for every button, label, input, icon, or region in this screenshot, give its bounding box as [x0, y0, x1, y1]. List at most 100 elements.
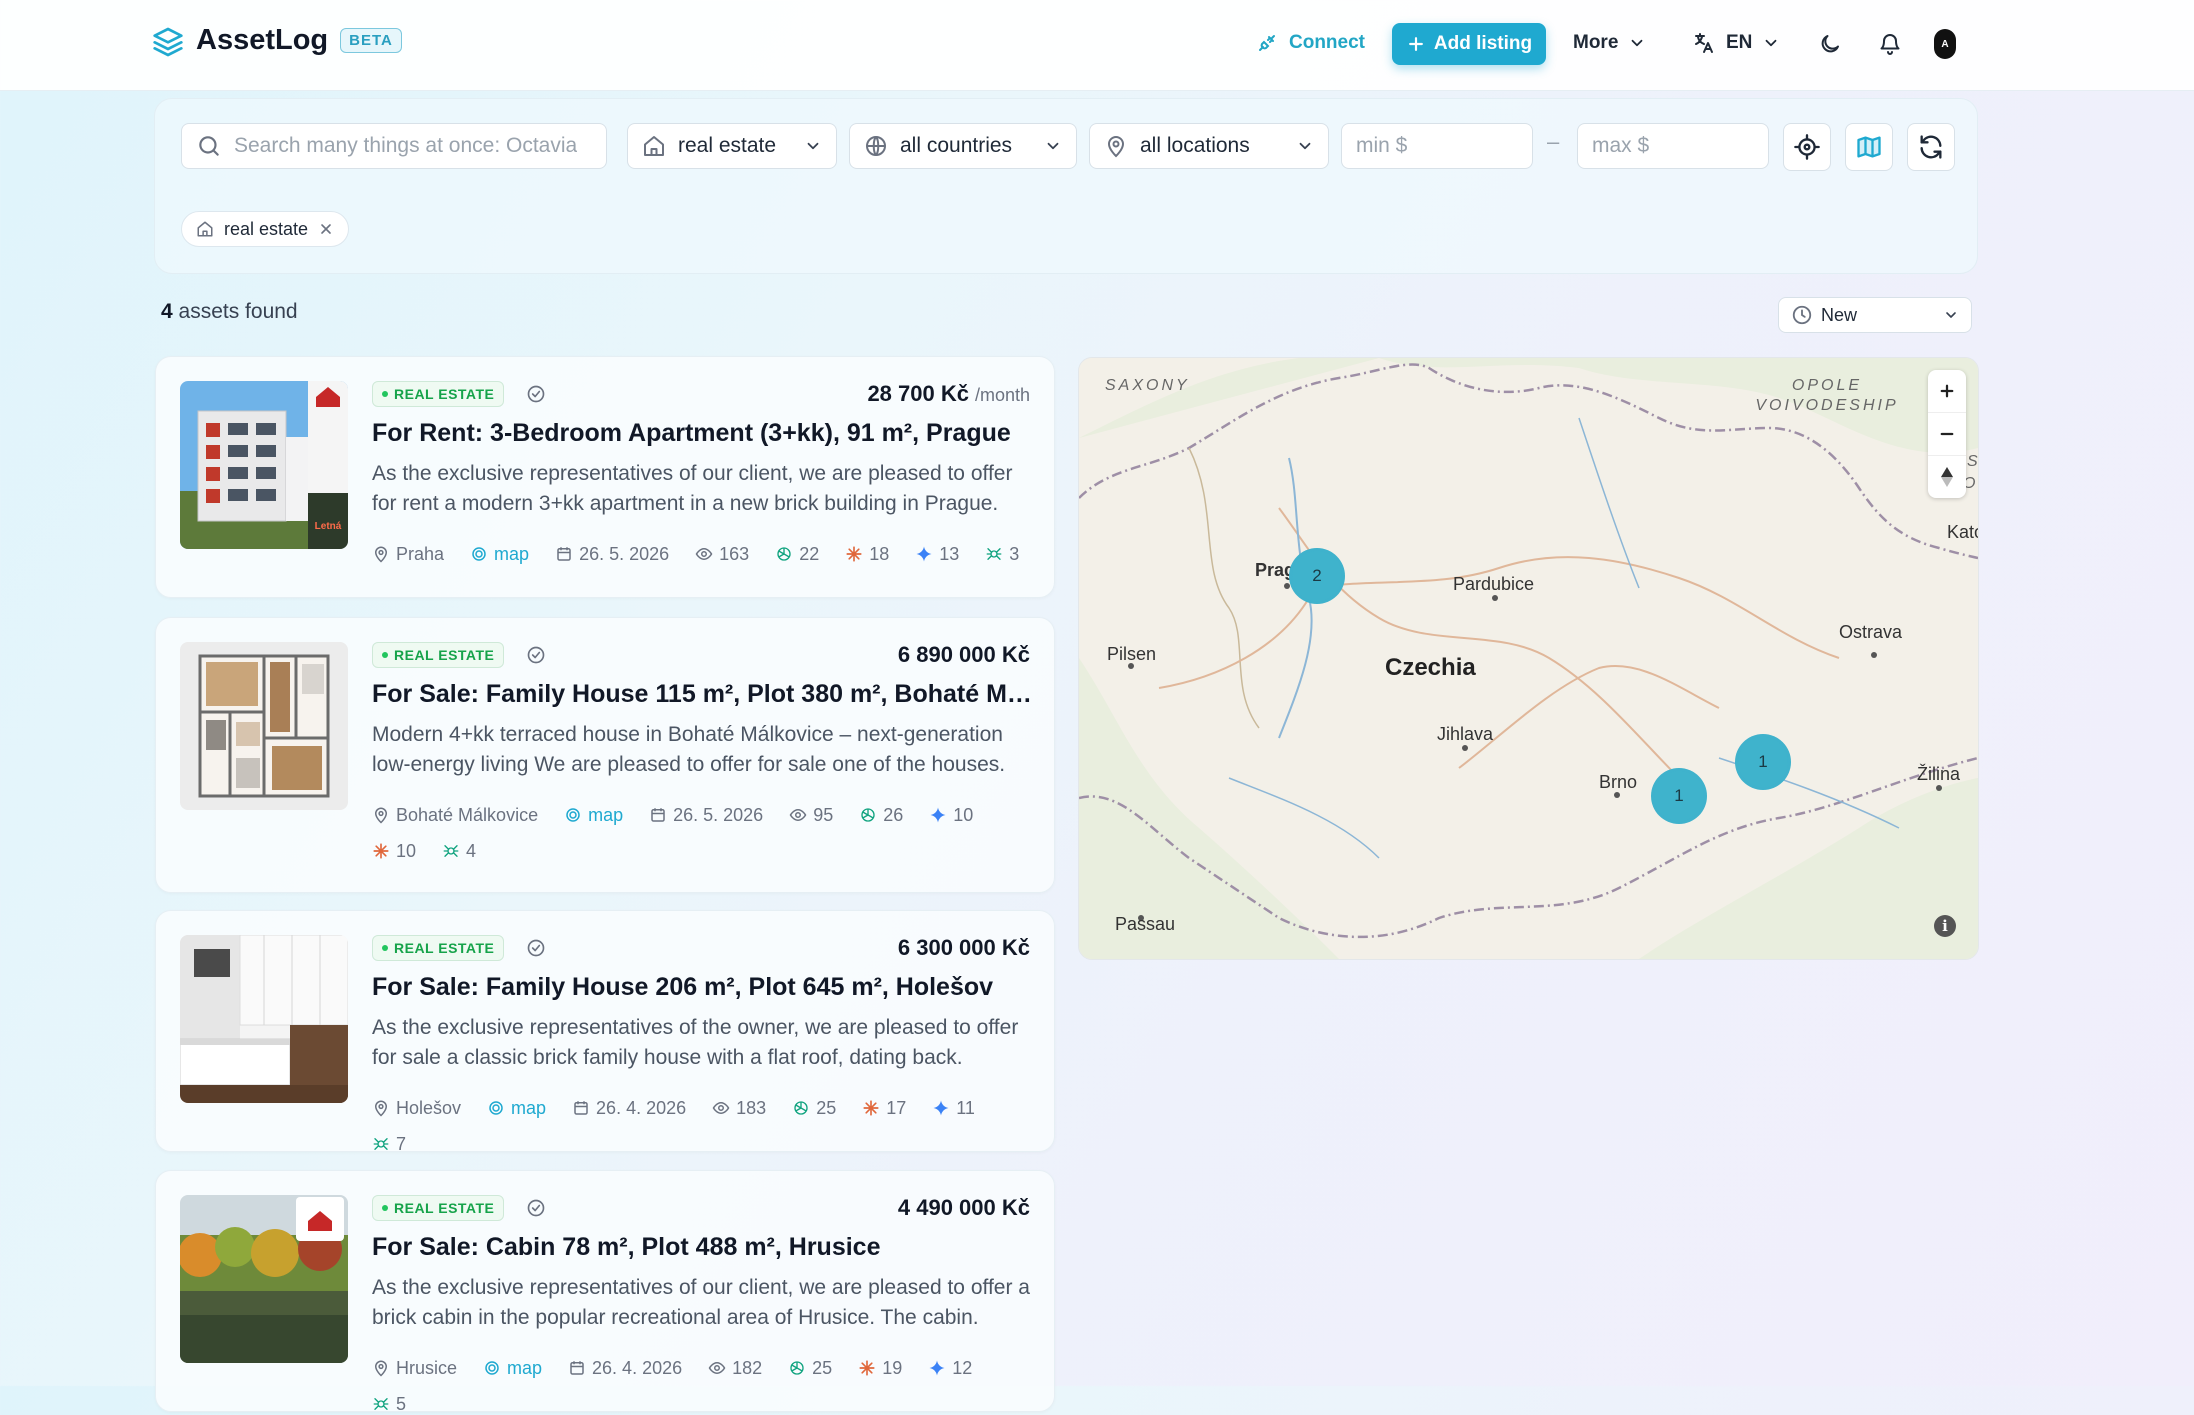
listing-card[interactable]: REAL ESTATE 4 490 000 Kč For Sale: Cabin…	[155, 1170, 1055, 1415]
map-link[interactable]: map	[564, 804, 623, 826]
claude-logo-icon	[858, 1359, 876, 1377]
more-menu[interactable]: More	[1573, 22, 1646, 64]
zoom-out-button[interactable]	[1928, 413, 1966, 456]
views-count: 183	[736, 1097, 767, 1118]
score-meta-4: 5	[372, 1393, 406, 1415]
listing-card[interactable]: REAL ESTATE 6 300 000 Kč For Sale: Famil…	[155, 910, 1055, 1154]
user-avatar[interactable]: A	[1934, 29, 1956, 59]
date-label: 26. 5. 2026	[673, 804, 764, 825]
map-cluster-brno[interactable]: 1	[1651, 768, 1707, 824]
listing-card[interactable]: Letná REAL ESTATE 28 700 Kč/month For Re…	[155, 356, 1055, 598]
search-input[interactable]: Search many things at once: Octavia	[234, 134, 577, 158]
add-listing-button[interactable]: Add listing	[1392, 23, 1546, 65]
spider-logo-icon	[372, 1395, 390, 1413]
category-badge: REAL ESTATE	[372, 642, 505, 668]
score-value: 10	[953, 804, 974, 825]
brand[interactable]: AssetLog BETA	[152, 24, 402, 57]
connect-button[interactable]: Connect	[1255, 22, 1365, 64]
listing-description: As the exclusive representatives of our …	[372, 1276, 1030, 1329]
listing-thumbnail[interactable]	[180, 935, 348, 1103]
openai-logo-icon	[859, 806, 877, 824]
map-link[interactable]: map	[470, 543, 529, 565]
range-separator: –	[1547, 129, 1560, 154]
close-icon[interactable]	[318, 221, 334, 237]
map-cluster-east[interactable]: 1	[1735, 734, 1791, 790]
score-meta-3: 10	[929, 804, 973, 826]
chip-label: real estate	[224, 218, 309, 239]
sort-select[interactable]: New	[1778, 297, 1972, 333]
results-map[interactable]: SAXONY OPOLE VOIVODESHIP Prague Pardubic…	[1078, 357, 1979, 960]
category-select[interactable]: real estate	[627, 123, 837, 169]
search-field[interactable]: Search many things at once: Octavia	[181, 123, 607, 169]
filter-panel: Search many things at once: Octavia real…	[154, 98, 1978, 274]
reset-north-button[interactable]	[1928, 456, 1966, 498]
listing-thumbnail[interactable]	[180, 642, 348, 810]
spider-logo-icon	[985, 545, 1003, 563]
score-value: 12	[952, 1357, 973, 1378]
location-meta: Praha	[372, 543, 444, 565]
map-link[interactable]: map	[487, 1097, 546, 1119]
score-meta-4: 3	[985, 543, 1019, 565]
map-view-toggle[interactable]	[1845, 123, 1893, 171]
listing-card[interactable]: REAL ESTATE 6 890 000 Kč For Sale: Famil…	[155, 617, 1055, 893]
claude-logo-icon	[372, 842, 390, 860]
moon-icon	[1818, 32, 1842, 56]
score-value: 25	[816, 1097, 837, 1118]
listing-meta: Bohaté Málkovice map 26. 5. 2026 95 26 1…	[372, 804, 1032, 862]
chevron-down-icon	[1943, 307, 1959, 323]
price-period: /month	[974, 385, 1030, 405]
dark-mode-toggle[interactable]	[1812, 26, 1848, 62]
score-meta-1: 25	[788, 1357, 832, 1379]
listing-title[interactable]: For Sale: Family House 115 m², Plot 380 …	[372, 680, 1032, 709]
map-pin-icon	[1104, 134, 1128, 158]
score-meta-2: 17	[862, 1097, 906, 1119]
locate-me-button[interactable]	[1783, 123, 1831, 171]
listing-description: Modern 4+kk terraced house in Bohaté Mál…	[372, 723, 1006, 776]
location-select[interactable]: all locations	[1089, 123, 1329, 169]
map-pin-icon	[372, 1359, 390, 1377]
score-meta-2: 10	[372, 840, 416, 862]
globe-icon	[864, 134, 888, 158]
svg-text:Letná: Letná	[315, 521, 342, 532]
badge-label: REAL ESTATE	[394, 386, 495, 402]
language-selector[interactable]: EN	[1692, 22, 1780, 64]
min-price-input[interactable]: min $	[1341, 123, 1533, 169]
listing-title[interactable]: For Rent: 3-Bedroom Apartment (3+kk), 91…	[372, 419, 1032, 448]
target-icon	[487, 1099, 505, 1117]
zoom-in-button[interactable]	[1928, 370, 1966, 413]
chevron-down-icon	[1762, 34, 1780, 52]
map-attribution-info-icon[interactable]: i	[1934, 915, 1956, 937]
plus-icon	[1406, 34, 1426, 54]
gemini-logo-icon	[929, 806, 947, 824]
listing-title[interactable]: For Sale: Cabin 78 m², Plot 488 m², Hrus…	[372, 1233, 1032, 1262]
listing-title[interactable]: For Sale: Family House 206 m², Plot 645 …	[372, 973, 1032, 1002]
verified-icon	[526, 938, 546, 958]
refresh-button[interactable]	[1907, 123, 1955, 171]
map-cluster-prague[interactable]: 2	[1289, 548, 1345, 604]
claude-logo-icon	[845, 545, 863, 563]
date-meta: 26. 4. 2026	[572, 1097, 686, 1119]
listing-price: 6 890 000 Kč	[898, 642, 1030, 668]
map-link[interactable]: map	[483, 1357, 542, 1379]
verified-icon	[526, 1198, 546, 1218]
score-meta-2: 18	[845, 543, 889, 565]
map-link-label: map	[588, 804, 624, 825]
date-label: 26. 5. 2026	[579, 543, 670, 564]
views-count: 163	[719, 543, 750, 564]
category-value: real estate	[678, 134, 777, 157]
max-price-input[interactable]: max $	[1577, 123, 1769, 169]
target-icon	[564, 806, 582, 824]
notifications-button[interactable]	[1872, 26, 1908, 62]
openai-logo-icon	[792, 1099, 810, 1117]
score-value: 17	[886, 1097, 907, 1118]
map-label-jihlava: Jihlava	[1437, 724, 1494, 744]
listing-thumbnail[interactable]: Letná	[180, 381, 348, 549]
eye-icon	[708, 1359, 726, 1377]
map-label-opole: OPOLE VOIVODESHIP	[1755, 377, 1899, 414]
gemini-logo-icon	[928, 1359, 946, 1377]
map-link-label: map	[494, 543, 530, 564]
active-filter-chip[interactable]: real estate	[181, 211, 350, 247]
listing-thumbnail[interactable]	[180, 1195, 348, 1363]
country-select[interactable]: all countries	[849, 123, 1077, 169]
views-meta: 163	[695, 543, 749, 565]
